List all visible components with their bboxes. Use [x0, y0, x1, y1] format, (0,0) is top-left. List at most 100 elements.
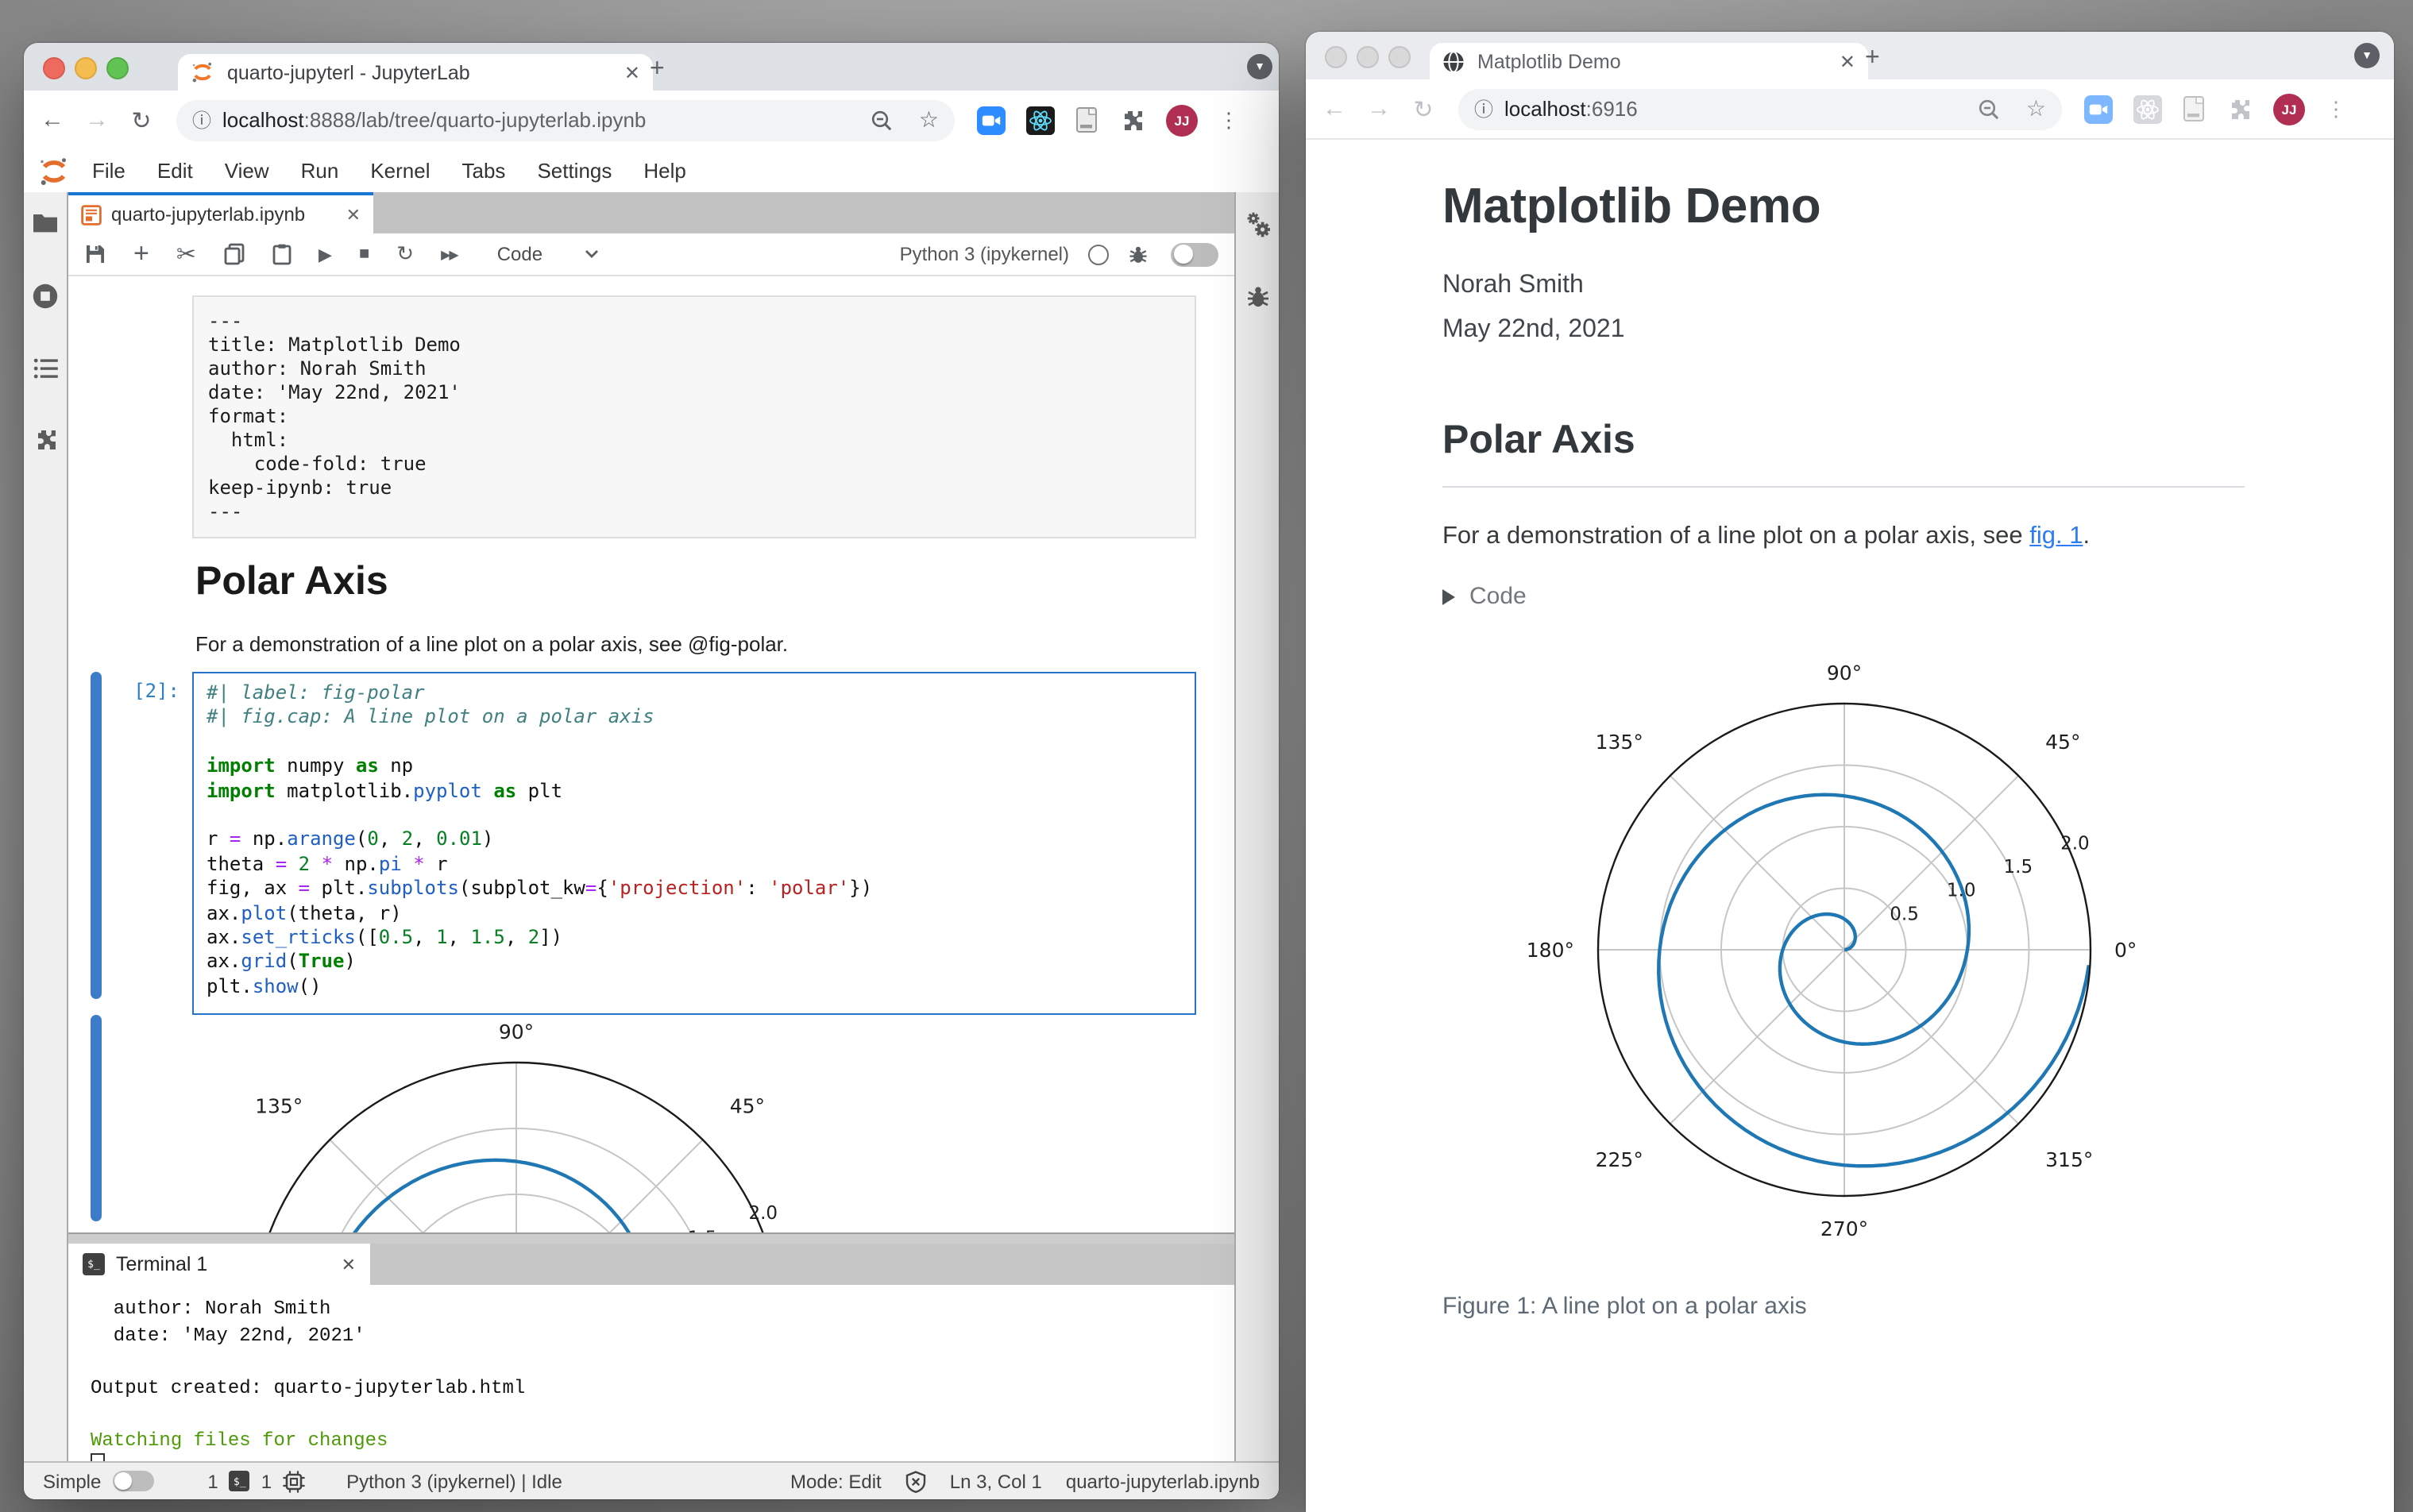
table-of-contents-icon[interactable]: [33, 357, 58, 380]
notebook-tab-close-icon[interactable]: ✕: [346, 204, 361, 225]
site-info-icon[interactable]: ⓘ: [1474, 95, 1493, 122]
running-kernels-icon[interactable]: [32, 283, 59, 310]
browser-menu-chevron[interactable]: ▼: [1247, 54, 1272, 79]
zoom-extension-icon[interactable]: [977, 106, 1006, 134]
jupyter-favicon: [191, 60, 214, 84]
back-icon[interactable]: ←: [30, 106, 75, 133]
panel-resize-handle[interactable]: [68, 1232, 1234, 1244]
browser-profile-avatar[interactable]: JJ: [1166, 104, 1198, 136]
browser-profile-avatar[interactable]: JJ: [2273, 93, 2305, 125]
puzzle-extensions-icon[interactable]: [1120, 107, 1145, 133]
notebook-file-icon: [81, 204, 102, 225]
polar-figure: 0° 45° 90° 135° 180° 225° 270° 315° 0.5 1.0 1.5 2.0: [1442, 632, 2245, 1267]
zoom-window-button[interactable]: [1388, 46, 1411, 68]
puzzle-extensions-icon[interactable]: [2227, 96, 2253, 122]
output-collapser[interactable]: [91, 1015, 102, 1221]
svg-text:225°: 225°: [1595, 1148, 1643, 1171]
minimize-window-button[interactable]: [75, 57, 97, 79]
figure-link[interactable]: fig. 1: [2029, 523, 2083, 550]
kernel-chip-icon[interactable]: [283, 1470, 305, 1492]
terminal-output[interactable]: author: Norah Smith date: 'May 22nd, 202…: [68, 1285, 1234, 1477]
interrupt-kernel-button[interactable]: ■: [359, 245, 369, 264]
menu-view[interactable]: View: [209, 159, 285, 183]
menu-edit[interactable]: Edit: [141, 159, 209, 183]
terminal-tab-close-icon[interactable]: ✕: [342, 1254, 356, 1275]
cell-type-value: Code: [496, 243, 543, 265]
file-browser-icon[interactable]: [32, 211, 59, 235]
simple-mode-toggle[interactable]: [112, 1471, 154, 1491]
raw-yaml-cell[interactable]: --- title: Matplotlib Demo author: Norah S…: [192, 295, 1196, 538]
site-info-icon[interactable]: ⓘ: [192, 106, 211, 133]
code-cell-collapser[interactable]: [91, 672, 102, 999]
restart-kernel-button[interactable]: ↻: [396, 241, 414, 267]
notebook-tab[interactable]: quarto-jupyterlab.ipynb ✕: [68, 192, 373, 233]
reload-icon[interactable]: ↻: [119, 106, 164, 134]
extension-manager-icon[interactable]: [33, 427, 58, 453]
address-bar[interactable]: ⓘ localhost:6916 ☆: [1458, 88, 2062, 129]
minimize-window-button[interactable]: [1357, 46, 1379, 68]
tab-close-icon[interactable]: ✕: [1817, 50, 1855, 72]
cell-type-dropdown[interactable]: Code: [497, 243, 598, 265]
tab-close-icon[interactable]: ✕: [602, 61, 640, 83]
new-tab-button[interactable]: +: [1865, 44, 1880, 73]
menu-tabs[interactable]: Tabs: [446, 159, 522, 183]
code-line: #| fig.cap: A line plot on a polar axis: [207, 705, 654, 728]
menu-run[interactable]: Run: [285, 159, 355, 183]
copy-cells-button[interactable]: [223, 243, 244, 265]
browser-tab[interactable]: Matplotlib Demo ✕: [1430, 43, 1868, 79]
code-fold-summary[interactable]: Code: [1442, 583, 2245, 610]
forward-icon[interactable]: →: [75, 106, 119, 133]
forward-icon[interactable]: →: [1357, 95, 1401, 122]
article-date: May 22nd, 2021: [1442, 316, 1625, 343]
jupyterlab-right-sidebar: [1234, 192, 1279, 1461]
kernel-name[interactable]: Python 3 (ipykernel): [900, 243, 1069, 265]
zoom-out-page-icon[interactable]: [1979, 98, 2001, 120]
menu-help[interactable]: Help: [627, 159, 702, 183]
terminal-count-icon[interactable]: $_: [229, 1471, 250, 1491]
react-devtools-icon[interactable]: [2133, 94, 2162, 123]
document-extension-icon[interactable]: [2183, 95, 2206, 122]
save-button[interactable]: [84, 243, 106, 265]
debugger-bug-icon[interactable]: [1245, 284, 1270, 310]
menu-kernel[interactable]: Kernel: [354, 159, 446, 183]
bookmark-star-icon[interactable]: ☆: [2026, 95, 2046, 122]
browser-tab[interactable]: quarto-jupyterl - JupyterLab ✕: [178, 54, 653, 91]
browser-kebab-menu-icon[interactable]: ⋮: [1218, 107, 1239, 133]
react-devtools-icon[interactable]: [1026, 106, 1055, 134]
trust-shield-icon[interactable]: [905, 1470, 926, 1492]
code-cell-editor[interactable]: #| label: fig-polar #| fig.cap: A line pl…: [192, 672, 1196, 1015]
zoom-extension-icon[interactable]: [2084, 94, 2113, 123]
zoom-out-page-icon[interactable]: [871, 109, 894, 131]
jupyter-logo: [38, 155, 70, 187]
bookmark-star-icon[interactable]: ☆: [919, 106, 939, 133]
paste-cells-button[interactable]: [271, 243, 291, 265]
preview-browser-window: Matplotlib Demo ✕ + ▼ ← → ↻ ⓘ localhost:…: [1306, 32, 2394, 1512]
close-window-button[interactable]: [43, 57, 65, 79]
toolbar-bug-icon[interactable]: [1128, 244, 1149, 264]
run-all-button[interactable]: ▶▶: [441, 247, 459, 261]
document-extension-icon[interactable]: [1075, 106, 1099, 133]
browser-menu-chevron[interactable]: ▼: [2354, 43, 2380, 68]
new-tab-button[interactable]: +: [650, 56, 665, 84]
terminal-tab[interactable]: $_ Terminal 1 ✕: [68, 1244, 370, 1285]
url-host: localhost: [1504, 97, 1586, 121]
browser-kebab-menu-icon[interactable]: ⋮: [2326, 96, 2346, 122]
code-line: fig, ax = plt.subplots(subplot_kw={'proj…: [207, 877, 873, 900]
menu-settings[interactable]: Settings: [521, 159, 627, 183]
cut-cells-button[interactable]: ✂: [176, 240, 196, 268]
kernel-status-text[interactable]: Python 3 (ipykernel) | Idle: [346, 1470, 562, 1492]
menu-file[interactable]: File: [76, 159, 141, 183]
close-window-button[interactable]: [1325, 46, 1347, 68]
kernel-count: 1: [261, 1470, 272, 1492]
run-cell-button[interactable]: ▶: [319, 244, 332, 264]
reload-icon[interactable]: ↻: [1401, 94, 1446, 123]
add-cell-button[interactable]: +: [133, 238, 149, 270]
address-bar[interactable]: ⓘ localhost:8888/lab/tree/quarto-jupyter…: [176, 99, 955, 141]
browser-toolbar: ← → ↻ ⓘ localhost:8888/lab/tree/quarto-j…: [24, 91, 1279, 151]
back-icon[interactable]: ←: [1312, 95, 1357, 122]
zoom-window-button[interactable]: [106, 57, 129, 79]
property-inspector-gears-icon[interactable]: [1243, 211, 1272, 240]
debugger-toggle[interactable]: [1171, 242, 1218, 266]
